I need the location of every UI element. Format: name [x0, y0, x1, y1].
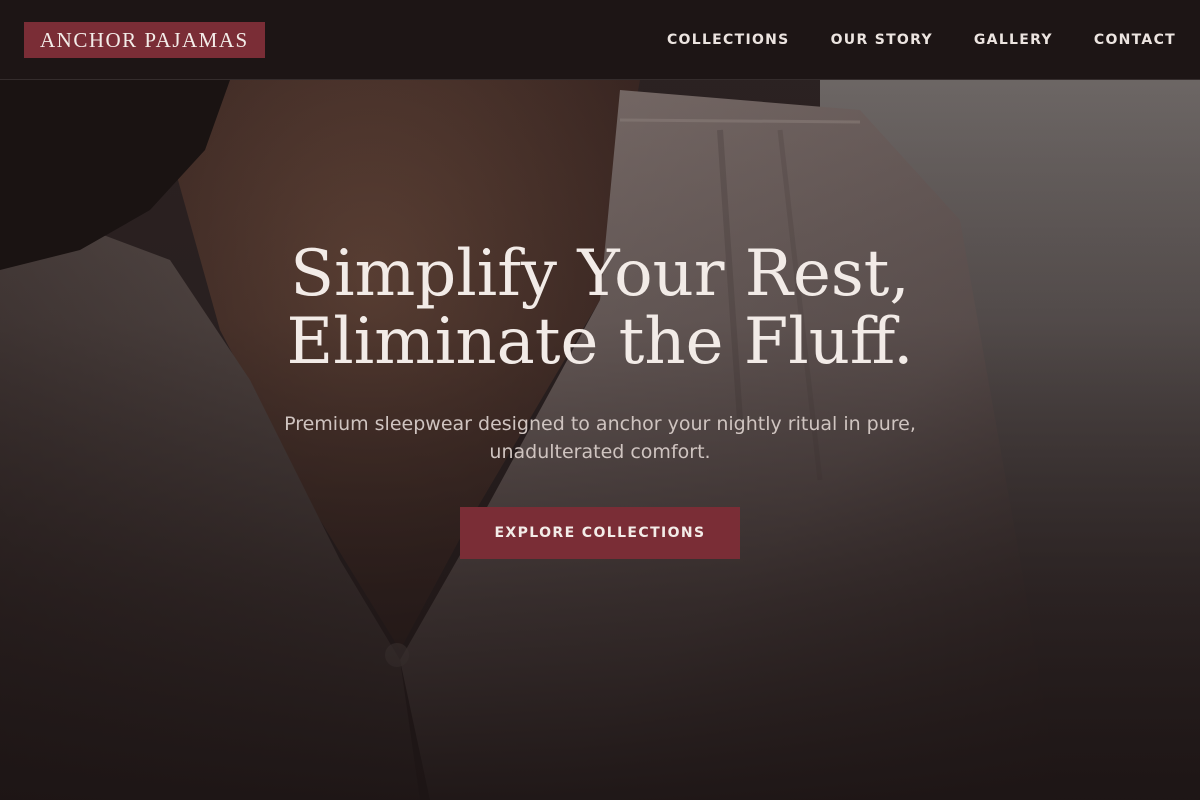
site-header: ANCHOR PAJAMAS COLLECTIONS OUR STORY GAL…: [0, 0, 1200, 80]
hero-section: Simplify Your Rest, Eliminate the Fluff.…: [0, 240, 1200, 559]
landing-page: ANCHOR PAJAMAS COLLECTIONS OUR STORY GAL…: [0, 0, 1200, 800]
nav-link-gallery[interactable]: GALLERY: [974, 32, 1053, 48]
nav-link-collections[interactable]: COLLECTIONS: [667, 32, 790, 48]
brand-logo[interactable]: ANCHOR PAJAMAS: [24, 22, 265, 58]
hero-title-line-1: Simplify Your Rest,: [290, 237, 910, 311]
nav-link-our-story[interactable]: OUR STORY: [831, 32, 933, 48]
hero-title-line-2: Eliminate the Fluff.: [286, 305, 914, 379]
hero-title: Simplify Your Rest, Eliminate the Fluff.: [0, 240, 1200, 376]
explore-collections-button[interactable]: EXPLORE COLLECTIONS: [460, 507, 740, 559]
nav-link-contact[interactable]: CONTACT: [1094, 32, 1176, 48]
hero-subtitle: Premium sleepwear designed to anchor you…: [284, 413, 916, 463]
main-nav: COLLECTIONS OUR STORY GALLERY CONTACT: [667, 0, 1176, 80]
